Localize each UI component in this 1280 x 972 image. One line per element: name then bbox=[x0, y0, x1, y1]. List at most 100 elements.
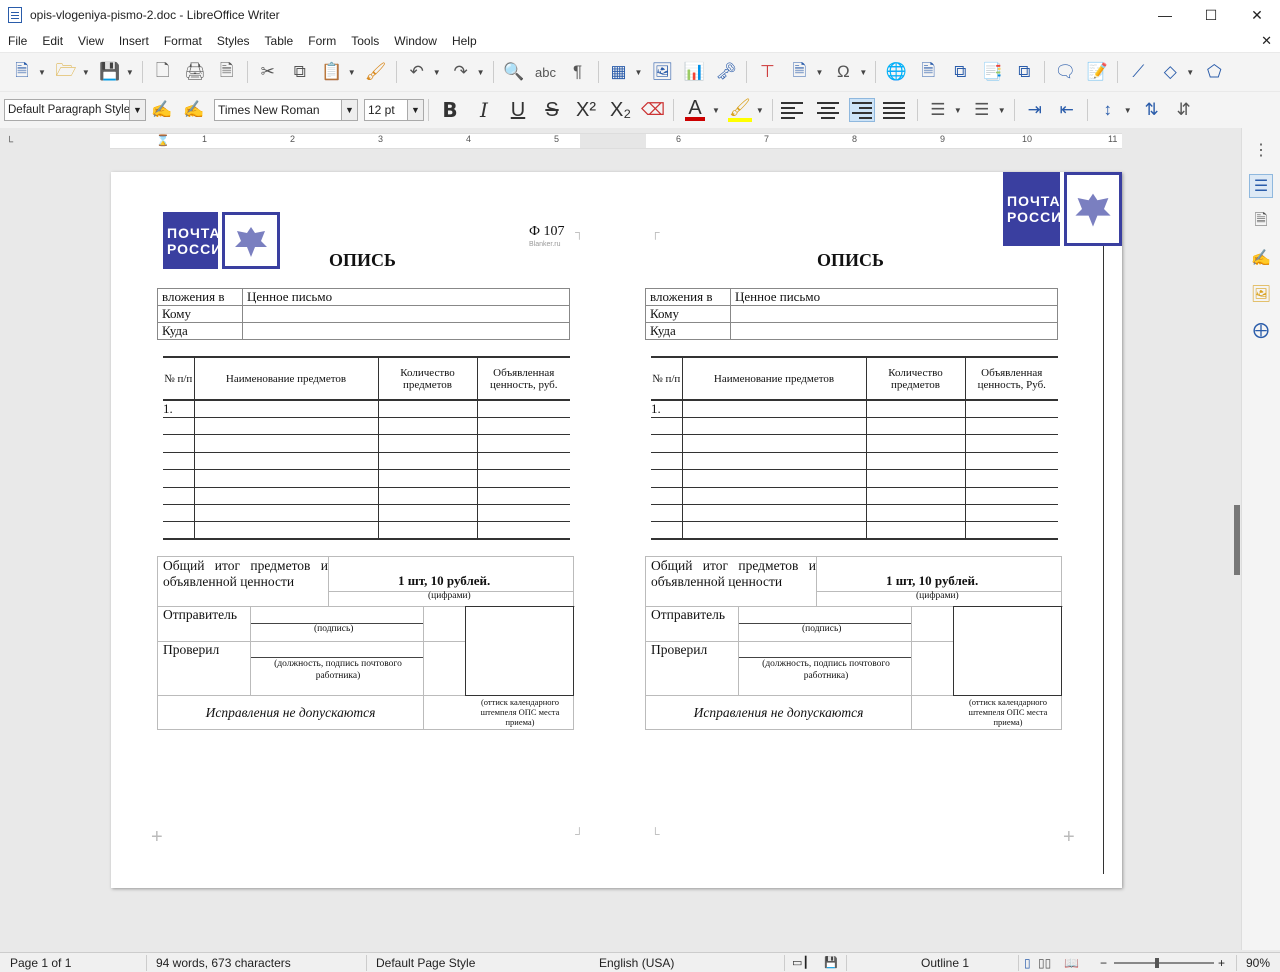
table-cell[interactable] bbox=[476, 521, 570, 540]
menu-tools[interactable]: Tools bbox=[343, 34, 386, 48]
field-value[interactable] bbox=[730, 305, 1058, 323]
zoom-in-icon[interactable]: + bbox=[1218, 956, 1225, 970]
new-style-icon[interactable]: ✍ bbox=[182, 98, 206, 122]
table-cell[interactable] bbox=[651, 522, 682, 539]
table-cell[interactable] bbox=[476, 452, 570, 471]
table-cell[interactable] bbox=[865, 521, 965, 540]
zoom-level[interactable]: 90% bbox=[1246, 956, 1270, 970]
table-cell[interactable] bbox=[163, 487, 194, 505]
increase-indent-icon[interactable]: ⇥ bbox=[1023, 98, 1047, 122]
table-cell[interactable] bbox=[193, 400, 378, 418]
ordered-list-icon[interactable]: ☰ bbox=[970, 98, 994, 122]
draw-functions-icon[interactable]: ⬠ bbox=[1202, 60, 1226, 84]
table-cell[interactable] bbox=[964, 400, 1058, 418]
insert-textbox-icon[interactable]: 🗝 bbox=[714, 60, 738, 84]
align-right-icon[interactable] bbox=[848, 98, 875, 122]
decrease-paragraph-spacing-icon[interactable]: ⇵ bbox=[1172, 98, 1196, 122]
table-cell[interactable] bbox=[865, 417, 965, 436]
shapes-dropdown-icon[interactable]: ▼ bbox=[1186, 68, 1194, 77]
unordered-list-icon[interactable]: ☰ bbox=[926, 98, 950, 122]
chevron-down-icon[interactable]: ▼ bbox=[341, 100, 357, 120]
highlighting-icon[interactable]: 🖌 bbox=[727, 98, 752, 122]
table-cell[interactable] bbox=[651, 487, 682, 505]
page-style[interactable]: Default Page Style bbox=[376, 956, 475, 970]
table-cell[interactable] bbox=[163, 522, 194, 539]
table-cell[interactable] bbox=[651, 504, 682, 523]
menu-form[interactable]: Form bbox=[300, 34, 343, 48]
clone-formatting-icon[interactable]: 🖌 bbox=[364, 60, 388, 84]
line-icon[interactable]: ⟋ bbox=[1126, 60, 1150, 84]
table-cell[interactable] bbox=[651, 469, 682, 488]
table-cell[interactable] bbox=[681, 487, 866, 505]
menu-table[interactable]: Table bbox=[257, 34, 301, 48]
table-cell[interactable] bbox=[681, 400, 866, 418]
table-cell[interactable] bbox=[163, 469, 194, 488]
menu-help[interactable]: Help bbox=[444, 34, 484, 48]
font-color-dropdown-icon[interactable]: ▼ bbox=[712, 106, 720, 115]
insert-image-icon[interactable]: 🖼 bbox=[650, 60, 674, 84]
close-document-icon[interactable]: ✕ bbox=[1261, 33, 1272, 49]
new-document-icon[interactable]: 🗎 bbox=[10, 60, 34, 84]
table-cell[interactable] bbox=[865, 469, 965, 488]
subscript-icon[interactable]: X₂ bbox=[610, 99, 631, 122]
table-cell[interactable] bbox=[476, 434, 570, 453]
horizontal-ruler[interactable]: 1 2 3 4 5 6 7 8 9 10 11 ⌛ bbox=[110, 133, 1122, 149]
table-cell[interactable] bbox=[163, 452, 194, 471]
field-value[interactable] bbox=[242, 322, 570, 340]
table-cell[interactable]: 1. bbox=[651, 400, 682, 418]
undo-dropdown-icon[interactable]: ▼ bbox=[433, 68, 441, 77]
table-cell[interactable] bbox=[377, 452, 477, 471]
update-style-icon[interactable]: ✍ bbox=[150, 98, 174, 122]
copy-icon[interactable]: ⧉ bbox=[288, 60, 312, 84]
table-dropdown-icon[interactable]: ▼ bbox=[635, 68, 643, 77]
table-cell[interactable] bbox=[681, 452, 866, 471]
special-character-icon[interactable]: Ω bbox=[831, 60, 855, 84]
chevron-down-icon[interactable]: ▼ bbox=[407, 100, 423, 120]
table-cell[interactable] bbox=[193, 504, 378, 523]
font-name-combo[interactable]: Times New Roman ▼ bbox=[214, 99, 358, 121]
align-center-icon[interactable] bbox=[815, 98, 841, 122]
tab-type-icon[interactable]: └ bbox=[6, 137, 13, 148]
paste-dropdown-icon[interactable]: ▼ bbox=[348, 68, 356, 77]
menu-format[interactable]: Format bbox=[156, 34, 209, 48]
gallery-icon[interactable]: 🖼 bbox=[1249, 282, 1273, 306]
paragraph-style-combo[interactable]: Default Paragraph Style ▼ bbox=[4, 99, 146, 121]
table-cell[interactable] bbox=[193, 434, 378, 453]
field-value[interactable]: Ценное письмо bbox=[242, 288, 570, 306]
superscript-icon[interactable]: X² bbox=[576, 99, 596, 122]
insert-mode-icon[interactable]: ▭┃ bbox=[792, 956, 809, 969]
highlight-dropdown-icon[interactable]: ▼ bbox=[756, 106, 764, 115]
insert-table-icon[interactable]: ▦ bbox=[607, 60, 631, 84]
zoom-out-icon[interactable]: − bbox=[1100, 956, 1107, 970]
table-cell[interactable] bbox=[193, 469, 378, 488]
align-left-icon[interactable] bbox=[780, 98, 807, 122]
table-cell[interactable] bbox=[681, 521, 866, 540]
clear-formatting-icon[interactable]: ⌫ bbox=[641, 98, 665, 122]
table-cell[interactable] bbox=[964, 487, 1058, 505]
word-count[interactable]: 94 words, 673 characters bbox=[156, 956, 291, 970]
document-page[interactable]: + + ┐ ┌ ┘ └ ПОЧТА РОССИИ Ф 107 Blanker.r… bbox=[111, 172, 1122, 888]
hyperlink-icon[interactable]: 🌐 bbox=[884, 60, 908, 84]
properties-icon[interactable]: ☰ bbox=[1249, 174, 1273, 198]
endnote-icon[interactable]: ⧉ bbox=[948, 60, 972, 84]
field-value[interactable] bbox=[730, 322, 1058, 340]
zoom-slider[interactable] bbox=[1114, 962, 1214, 964]
sidebar-menu-icon[interactable]: ⋮ bbox=[1249, 138, 1273, 162]
comment-icon[interactable]: 🗨 bbox=[1053, 60, 1077, 84]
print-preview-icon[interactable]: 🗎 bbox=[215, 60, 239, 84]
table-cell[interactable] bbox=[964, 504, 1058, 523]
table-cell[interactable] bbox=[476, 487, 570, 505]
indent-marker-icon[interactable]: ⌛ bbox=[156, 134, 170, 147]
justify-icon[interactable] bbox=[882, 98, 909, 122]
redo-dropdown-icon[interactable]: ▼ bbox=[477, 68, 485, 77]
export-pdf-icon[interactable]: 🗋 bbox=[151, 60, 175, 84]
table-cell[interactable] bbox=[651, 417, 682, 436]
print-icon[interactable]: 🖨 bbox=[183, 60, 207, 84]
table-cell[interactable]: 1. bbox=[163, 400, 194, 418]
sidebar-collapse-handle[interactable] bbox=[1234, 505, 1240, 575]
insert-field-icon[interactable]: 🗎 bbox=[787, 60, 811, 84]
table-cell[interactable] bbox=[681, 434, 866, 453]
multi-page-view-icon[interactable]: ▯▯ bbox=[1038, 956, 1051, 970]
navigator-icon[interactable]: ⨁ bbox=[1249, 318, 1273, 342]
menu-file[interactable]: File bbox=[0, 34, 34, 48]
